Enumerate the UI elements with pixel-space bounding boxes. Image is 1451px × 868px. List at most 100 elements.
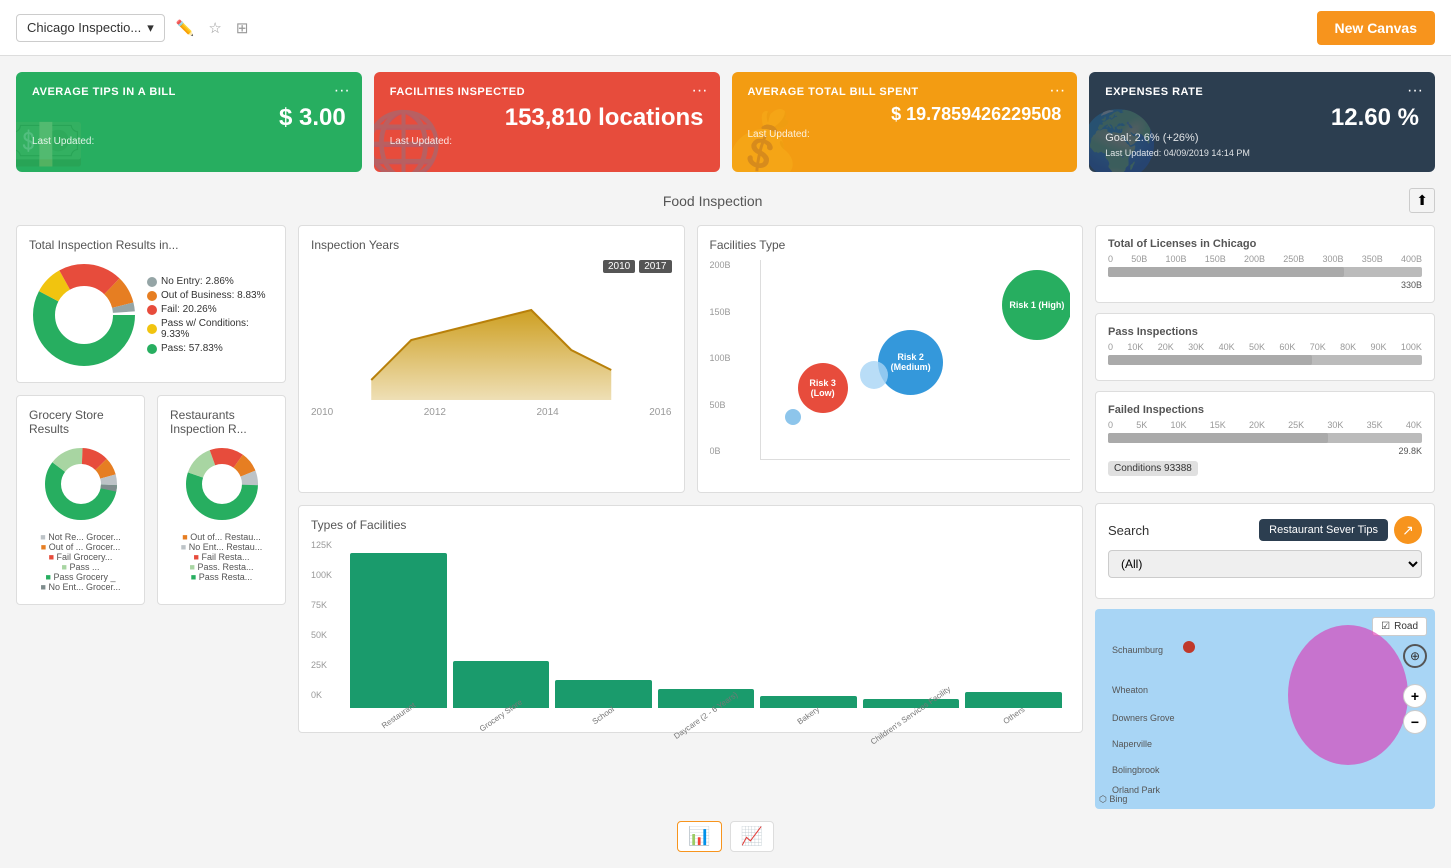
topbar: Chicago Inspectio... ▾ ✏️ ☆ ⊞ New Canvas — [0, 0, 1451, 56]
pass-80k: 80K — [1340, 342, 1356, 352]
kpi-facilities-menu[interactable]: ··· — [692, 82, 708, 100]
kpi-menu-icon[interactable]: ··· — [334, 82, 350, 100]
star-icon[interactable]: ☆ — [205, 16, 224, 40]
pass-90k: 90K — [1371, 342, 1387, 352]
mid-column: Inspection Years 2010 2017 — [298, 225, 1083, 809]
failed-bar — [1108, 433, 1422, 443]
grocery-label-1: ■ Out of ... Grocer... — [40, 542, 120, 552]
map-label-wheaton: Wheaton — [1112, 685, 1148, 695]
bar-bakery-fill — [760, 696, 857, 708]
y-100b: 100B — [710, 353, 760, 363]
kpi-row: ··· 💵 AVERAGE TIPS IN A BILL $ 3.00 Last… — [16, 72, 1435, 172]
pass-10k: 10K — [1127, 342, 1143, 352]
map-label-bolingbrook: Bolingbrook — [1112, 765, 1160, 775]
bubble-plot-area: Risk 1 (High) Risk 2 (Medium) Risk 3 (Lo… — [760, 260, 1071, 460]
map-zoom-controls: ⊕ + − — [1403, 684, 1427, 734]
topbar-icons: ✏️ ☆ ⊞ — [173, 16, 252, 40]
kpi-avg-tips-title: AVERAGE TIPS IN A BILL — [32, 86, 346, 98]
left-column: Total Inspection Results in... No Entr — [16, 225, 286, 809]
inspection-years-title: Inspection Years — [311, 238, 672, 252]
charts-top-row: Inspection Years 2010 2017 — [298, 225, 1083, 493]
road-button[interactable]: ☑ Road — [1372, 617, 1427, 636]
y-50b: 50B — [710, 400, 760, 410]
new-canvas-button[interactable]: New Canvas — [1317, 11, 1435, 45]
kpi-expenses-title: EXPENSES RATE — [1105, 86, 1419, 98]
licenses-value: 330B — [1108, 280, 1422, 290]
bubble-y-axis: 200B 150B 100B 50B 0B — [710, 260, 760, 460]
year-2014: 2014 — [537, 407, 559, 418]
kpi-facilities: ··· 🌐 FACILITIES INSPECTED 153,810 locat… — [374, 72, 720, 172]
bar-restaurant-fill — [350, 553, 447, 708]
chart-year-labels: 2010 2012 2014 2016 — [311, 407, 672, 418]
map-container: ☑ Road Schaumburg Wheaton Downers Grove … — [1095, 609, 1435, 809]
fail-40k: 40K — [1406, 420, 1422, 430]
fail-25k: 25K — [1288, 420, 1304, 430]
conditions-badge: Conditions 93388 — [1108, 461, 1198, 476]
zoom-out-button[interactable]: − — [1403, 710, 1427, 734]
map-label-schaumburg: Schaumburg — [1112, 645, 1163, 655]
bar-childrens-fill — [863, 699, 960, 708]
edit-icon[interactable]: ✏️ — [173, 16, 198, 40]
right-column: Total of Licenses in Chicago 0 50B 100B … — [1095, 225, 1435, 809]
pass-inspections-title: Pass Inspections — [1108, 326, 1422, 338]
fail-0: 0 — [1108, 420, 1113, 430]
y-0b: 0B — [710, 446, 760, 456]
conditions-label: Conditions — [1114, 463, 1161, 474]
fail-10k: 10K — [1170, 420, 1186, 430]
search-button[interactable]: ↗ — [1394, 516, 1422, 544]
canvas-selector[interactable]: Chicago Inspectio... ▾ — [16, 14, 165, 42]
pass-70k: 70K — [1310, 342, 1326, 352]
year-badges: 2010 2017 — [603, 260, 672, 273]
failed-inspections-card: Failed Inspections 0 5K 10K 15K 20K 25K … — [1095, 391, 1435, 493]
facilities-type-title: Facilities Type — [710, 238, 1071, 252]
nav-bar-chart-button[interactable]: 📊 — [677, 821, 721, 852]
crosshair-icon[interactable]: ⊕ — [1403, 644, 1427, 668]
total-licenses-card: Total of Licenses in Chicago 0 50B 100B … — [1095, 225, 1435, 303]
kpi-avg-bill-title: AVERAGE TOTAL BILL SPENT — [748, 86, 1062, 98]
canvas-name: Chicago Inspectio... — [27, 20, 141, 35]
types-facilities-title: Types of Facilities — [311, 518, 1070, 532]
pass-inspections-section: Pass Inspections 0 10K 20K 30K 40K 50K 6… — [1108, 326, 1422, 365]
restaurants-label-0: ■ Out of... Restau... — [181, 532, 262, 542]
failed-axis: 0 5K 10K 15K 20K 25K 30K 35K 40K — [1108, 420, 1422, 430]
types-facilities-card: Types of Facilities 125K 100K 75K 50K 25… — [298, 505, 1083, 733]
fail-35k: 35K — [1367, 420, 1383, 430]
restaurants-title: Restaurants Inspection R... — [170, 408, 273, 436]
kpi-avg-bill-menu[interactable]: ··· — [1049, 82, 1065, 100]
search-select[interactable]: (All) — [1108, 550, 1422, 578]
licenses-bar-fill — [1108, 267, 1344, 277]
road-checkbox-icon: ☑ — [1381, 621, 1390, 632]
dot-fail — [147, 305, 157, 315]
end-year-badge: 2017 — [639, 260, 671, 273]
section-title-label: Food Inspection — [663, 193, 763, 209]
bubble-risk1: Risk 1 (High) — [1002, 270, 1070, 340]
y-200b: 200B — [710, 260, 760, 270]
kpi-facilities-updated: Last Updated: — [390, 136, 704, 147]
restaurants-label-1: ■ No Ent... Restau... — [181, 542, 262, 552]
kpi-expenses-menu[interactable]: ··· — [1407, 82, 1423, 100]
zoom-in-button[interactable]: + — [1403, 684, 1427, 708]
fail-15k: 15K — [1210, 420, 1226, 430]
search-card: Search Restaurant Sever Tips ↗ (All) — [1095, 503, 1435, 599]
search-tooltip: Restaurant Sever Tips — [1259, 519, 1388, 541]
pass-60k: 60K — [1279, 342, 1295, 352]
total-inspection-card: Total Inspection Results in... No Entr — [16, 225, 286, 383]
pass-bar — [1108, 355, 1422, 365]
kpi-expenses: ··· 🌍 EXPENSES RATE 12.60 % Goal: 2.6% (… — [1089, 72, 1435, 172]
pass-30k: 30K — [1188, 342, 1204, 352]
donut-label-4: Pass: 57.83% — [147, 343, 273, 354]
y-75k: 75K — [311, 600, 332, 610]
grid-icon[interactable]: ⊞ — [233, 16, 252, 40]
year-2010: 2010 — [311, 407, 333, 418]
nav-line-chart-button[interactable]: 📈 — [730, 821, 774, 852]
donut-labels: No Entry: 2.86% Out of Business: 8.83% F… — [147, 276, 273, 354]
inspection-years-card: Inspection Years 2010 2017 — [298, 225, 685, 493]
dot-pass — [147, 344, 157, 354]
grocery-labels: ■ Not Re... Grocer... ■ Out of ... Groce… — [40, 532, 120, 592]
start-year-badge: 2010 — [603, 260, 635, 273]
axis-200b: 200B — [1244, 254, 1265, 264]
bars-container: Restaurant Grocery Store School — [342, 540, 1070, 720]
bar-childrens: Children's Services Facility — [863, 699, 960, 720]
restaurants-label-4: ■ Pass Resta... — [181, 572, 262, 582]
share-icon[interactable]: ⬆ — [1409, 188, 1435, 213]
